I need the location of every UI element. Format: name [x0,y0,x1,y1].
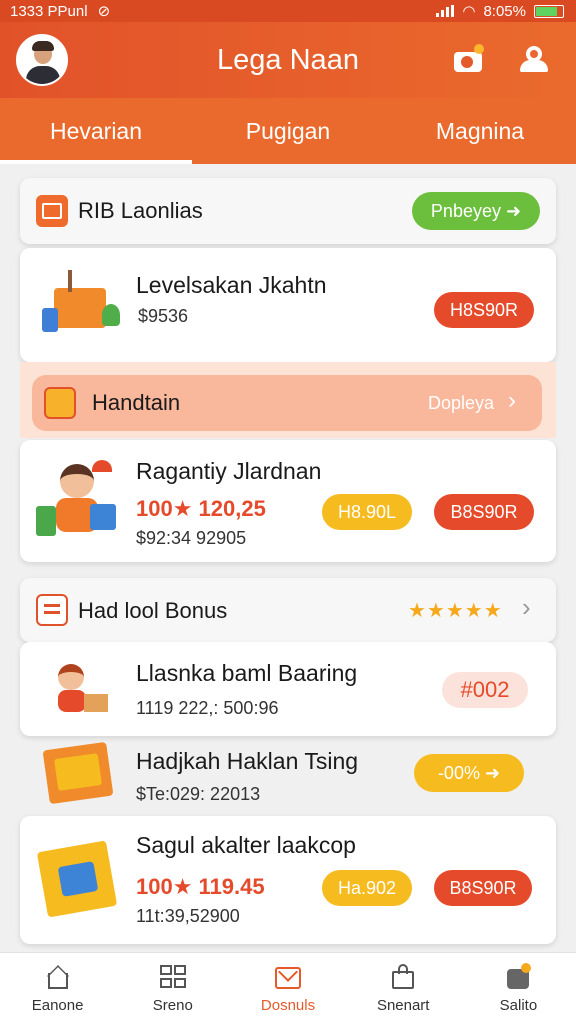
item-name: Llasnka baml Baaring [136,660,358,686]
list-item-5[interactable]: Sagul akalter laakcop 100★ 119.45 11t:39… [20,816,556,944]
handtain-banner[interactable]: Handtain Dopleya › [32,375,542,431]
chevron-right-icon: › [508,387,516,414]
nav-bonus[interactable]: Dosnuls [230,953,345,1024]
main-content: RIB Laonlias Pnbeyey ➜ Levelsakan Jkahtn… [0,164,576,952]
list-item-2[interactable]: Ragantiy Jlardnan 100★ 120,25 $92:34 929… [20,440,556,562]
bonus-header-label: Had lool Bonus [78,598,228,623]
battery-icon [534,4,564,18]
pnbeyey-button[interactable]: Pnbeyey ➜ [412,192,540,230]
section-header-bonus: Had lool Bonus ★★★★★ › [20,578,556,642]
bag-icon [388,963,418,991]
wifi-icon: ◠ [462,3,476,20]
page-title: Lega Naan [217,44,359,76]
grid-icon [158,963,188,991]
ribbon-badge-illustration [42,741,114,805]
item-promo: 100★ 120,25 [136,496,266,521]
item-name: Levelsakan Jkahtn [136,272,327,298]
item-sub: $92:34 92905 [136,528,247,548]
rating-stars: ★★★★★ [408,600,503,622]
item-name: Ragantiy Jlardnan [136,458,322,484]
gift-box-illustration [36,834,122,922]
nav-settings[interactable]: Salito [461,953,576,1024]
notification-icon [503,963,533,991]
envelope-icon [273,962,303,991]
clipboard-icon [36,594,68,626]
nav-grid[interactable]: Sreno [115,953,230,1024]
item-red-button[interactable]: B8S90R [434,494,534,530]
tab-pugigan[interactable]: Pugigan [192,98,384,164]
item4-name: Hadjkah Haklan Tsing [136,748,359,774]
app-bar: Lega Naan [0,22,576,98]
profile-icon[interactable] [518,44,550,74]
nav-label: Snenart [376,997,430,1014]
item-yellow-button[interactable]: H8.90L [322,494,412,530]
basket-illustration [42,270,122,340]
item-action-button[interactable]: H8S90R [434,292,534,328]
nav-label: Salito [499,997,538,1014]
alarm-icon: ⊘ [97,3,111,20]
tab-hevarian[interactable]: Hevarian [0,98,192,164]
nav-home[interactable]: Eanone [0,953,115,1024]
nav-label: Dosnuls [260,997,316,1014]
banner-action[interactable]: Dopleya [428,393,494,414]
tab-magnina[interactable]: Magnina [384,98,576,164]
nav-label: Eanone [31,997,84,1014]
camera-icon[interactable] [452,44,484,74]
item-yellow-button[interactable]: Ha.902 [322,870,412,906]
list-item-3[interactable]: Llasnka baml Baaring 1119 222,: 500:96 #… [20,642,556,736]
item-sub: 11t:39,52900 [136,906,240,926]
item-promo: 100★ 119.45 [136,874,265,899]
item-name: Sagul akalter laakcop [136,832,356,858]
bottom-nav: Eanone Sreno Dosnuls Snenart Salito [0,952,576,1024]
section-header-label: RIB Laonlias [78,198,203,223]
tab-bar: Hevarian Pugigan Magnina [0,98,576,164]
kid-reading-illustration [36,460,122,544]
section-header-rib: RIB Laonlias Pnbeyey ➜ [20,178,556,244]
status-bar: 1333 PPunl ⊘ ◠ 8:05% [0,0,576,22]
item-sub: 1119 222,: 500:96 [136,698,279,718]
gift-icon [36,195,68,227]
status-time: 1333 PPunl [10,2,88,20]
item-red-button[interactable]: B8S90R [434,870,532,906]
item4-sub: $Te:029: 22013 [136,784,261,804]
battery-text: 8:05% [483,2,526,20]
banner-label: Handtain [92,390,181,415]
chevron-right-icon[interactable]: › [522,592,531,623]
signal-icon [436,5,455,17]
item-price: $9536 [138,306,189,326]
kid-box-illustration [46,660,116,720]
item-badge: #002 [442,672,528,708]
nav-label: Sreno [152,997,193,1014]
ticket-icon [44,387,76,419]
nav-store[interactable]: Snenart [346,953,461,1024]
list-item-1[interactable]: Levelsakan Jkahtn $9536 H8S90R [20,248,556,362]
home-icon [43,963,73,991]
item4-button[interactable]: -00% ➜ [414,754,524,792]
